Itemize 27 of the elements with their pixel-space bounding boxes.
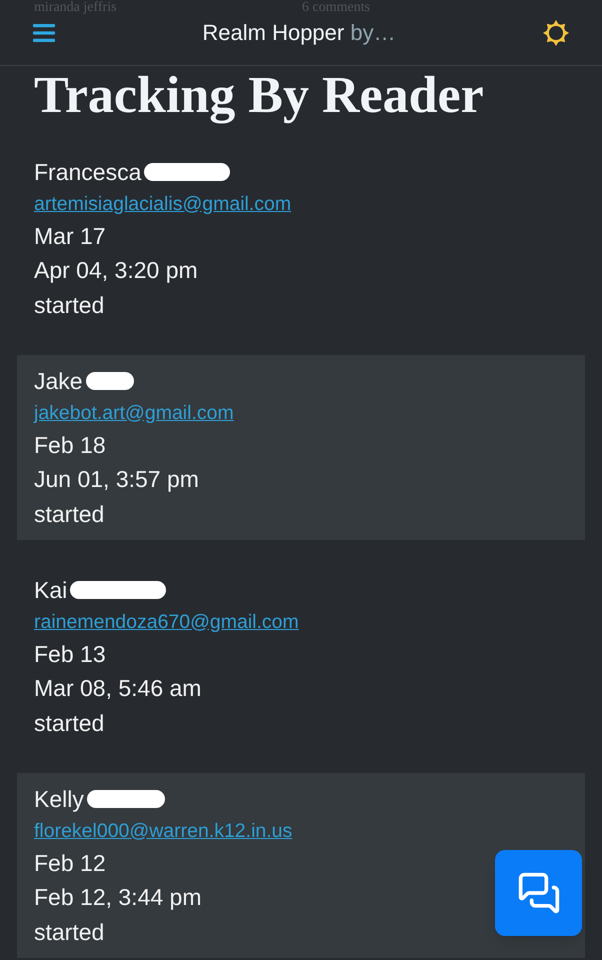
chat-button[interactable]	[495, 850, 582, 936]
reader-name: Francesca	[34, 158, 142, 187]
status-text: started	[34, 291, 104, 319]
status-text: started	[34, 709, 104, 737]
date-text: Feb 18	[34, 430, 106, 458]
reader-name: Jake	[34, 367, 83, 396]
app-title: Realm Hopper by…	[202, 19, 396, 47]
date-text: Feb 13	[34, 640, 106, 668]
email-link[interactable]: florekel000@warren.k12.in.us	[34, 818, 292, 842]
last-activity-text: Feb 12, 3:44 pm	[34, 882, 202, 910]
email-link[interactable]: jakebot.art@gmail.com	[34, 400, 234, 424]
reader-name: Kelly	[34, 785, 84, 814]
sun-icon[interactable]	[543, 20, 569, 46]
email-link[interactable]: artemisiaglacialis@gmail.com	[34, 192, 292, 216]
date-text: Feb 12	[34, 848, 106, 876]
page-heading: Tracking By Reader	[34, 68, 485, 124]
last-activity-text: Mar 08, 5:46 am	[34, 674, 202, 702]
redaction-blob	[86, 372, 134, 390]
date-text: Mar 17	[34, 222, 106, 250]
last-activity-text: Jun 01, 3:57 pm	[34, 464, 199, 492]
email-link[interactable]: rainemendoza670@gmail.com	[34, 610, 299, 634]
status-text: started	[34, 500, 104, 528]
last-activity-text: Apr 04, 3:20 pm	[34, 256, 198, 284]
reader-name: Kai	[34, 576, 68, 605]
menu-icon[interactable]	[33, 24, 55, 42]
chat-bubbles-icon	[516, 871, 560, 915]
status-text: started	[34, 918, 104, 946]
